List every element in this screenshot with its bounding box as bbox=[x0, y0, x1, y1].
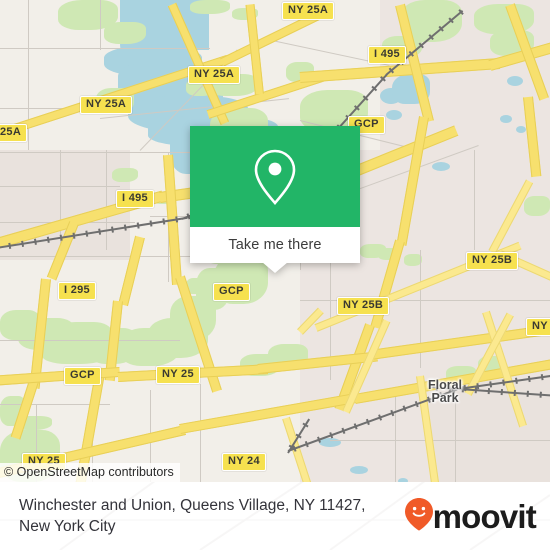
map-street bbox=[330, 440, 550, 441]
map-park bbox=[524, 196, 550, 216]
road-shield-label[interactable]: 25A bbox=[0, 124, 28, 142]
moovit-logo[interactable]: moovit bbox=[404, 497, 537, 536]
map-attribution[interactable]: © OpenStreetMap contributors bbox=[0, 463, 180, 482]
map-street bbox=[100, 0, 101, 50]
railway-tie bbox=[362, 95, 369, 101]
railway-tie bbox=[489, 381, 492, 388]
railway-tie bbox=[136, 222, 140, 229]
railway-tie bbox=[515, 377, 518, 384]
road-shield-label[interactable]: I 495 bbox=[116, 190, 154, 208]
railway-tie bbox=[438, 26, 444, 32]
road-shield-label[interactable]: NY 25A bbox=[188, 66, 241, 84]
location-title: Winchester and Union, Queens Village, NY… bbox=[19, 495, 365, 537]
road-shield-label[interactable]: NY 25 bbox=[156, 366, 200, 384]
railway-tie bbox=[428, 34, 434, 41]
railway-tie bbox=[59, 234, 63, 241]
railway-tie bbox=[33, 238, 37, 245]
railway-tie bbox=[380, 76, 386, 82]
road-shield-label[interactable]: GCP bbox=[64, 367, 101, 385]
moovit-location-card-screenshot: NY 25A I 495 NY 25A NY 25A 25A GCP I 495 NY 25B… bbox=[0, 0, 550, 550]
railway-tie bbox=[408, 51, 414, 57]
railway-tie bbox=[458, 9, 464, 15]
map-park bbox=[112, 168, 138, 182]
railway-tie bbox=[540, 374, 544, 381]
road-shield-label[interactable]: I 295 bbox=[58, 282, 96, 300]
take-me-there-button[interactable]: Take me there bbox=[190, 227, 360, 263]
moovit-smiley-pin-icon bbox=[404, 497, 434, 536]
railway-tie bbox=[149, 220, 152, 227]
moovit-wordmark: moovit bbox=[432, 497, 537, 535]
map-water-pond bbox=[507, 76, 523, 86]
road-shield-label[interactable]: I 495 bbox=[368, 46, 406, 64]
railway-tie bbox=[353, 105, 360, 111]
map-water-pond bbox=[500, 115, 512, 123]
railway-tie bbox=[527, 375, 531, 383]
railway-tie bbox=[98, 228, 101, 235]
place-label: Floral Park bbox=[427, 378, 463, 405]
map-street bbox=[200, 384, 201, 482]
map-park bbox=[42, 340, 112, 364]
map-water-pond bbox=[350, 466, 368, 474]
map-street bbox=[455, 400, 456, 482]
railway-tie bbox=[502, 379, 505, 386]
road-shield-label[interactable]: NY 24 bbox=[222, 453, 266, 471]
railway-tie bbox=[85, 230, 88, 237]
railway-tie bbox=[448, 17, 454, 24]
location-popup-card[interactable]: Take me there bbox=[190, 126, 360, 273]
map-park bbox=[190, 0, 230, 14]
map-water-pond bbox=[516, 126, 526, 133]
map-street bbox=[474, 150, 475, 250]
road-shield-label[interactable]: NY 25A bbox=[80, 96, 133, 114]
card-pin-panel bbox=[190, 126, 360, 227]
map-street bbox=[395, 388, 396, 482]
location-line-2: New York City bbox=[19, 518, 116, 535]
road-shield-label[interactable]: NY 2 bbox=[526, 318, 550, 336]
road-shield-label[interactable]: NY 25B bbox=[337, 297, 390, 315]
map-park bbox=[104, 22, 146, 44]
railway-tie bbox=[123, 224, 127, 231]
railway-tie bbox=[46, 236, 50, 243]
railway-tie bbox=[388, 67, 394, 74]
railway-tie bbox=[21, 240, 24, 247]
map-water-pond bbox=[432, 162, 450, 171]
footer-content: Winchester and Union, Queens Village, NY… bbox=[0, 482, 550, 550]
railway-tie bbox=[302, 423, 309, 428]
footer-bar: Winchester and Union, Queens Village, NY… bbox=[0, 482, 550, 550]
railway-tie bbox=[8, 242, 11, 249]
take-me-there-label: Take me there bbox=[228, 237, 322, 253]
map-street bbox=[106, 150, 107, 250]
road-shield-label[interactable]: GCP bbox=[213, 283, 250, 301]
road-shield-label[interactable]: NY 25A bbox=[282, 2, 335, 20]
railway-tie bbox=[162, 218, 165, 225]
railway-tie bbox=[72, 232, 75, 239]
railway-tie bbox=[111, 226, 114, 233]
map-street bbox=[0, 340, 180, 341]
railway-tie bbox=[418, 42, 424, 49]
railway-tie bbox=[371, 86, 377, 92]
map-pin-icon bbox=[252, 148, 298, 206]
road-shield-label[interactable]: NY 25B bbox=[466, 252, 519, 270]
map-street bbox=[0, 48, 210, 49]
railway-tie bbox=[295, 434, 302, 439]
location-line-1: Winchester and Union, Queens Village, NY… bbox=[19, 497, 366, 514]
railway-tie bbox=[175, 216, 178, 223]
railway-tie bbox=[288, 445, 295, 450]
map-water-pond bbox=[386, 110, 402, 120]
card-pointer-tail bbox=[262, 262, 288, 273]
